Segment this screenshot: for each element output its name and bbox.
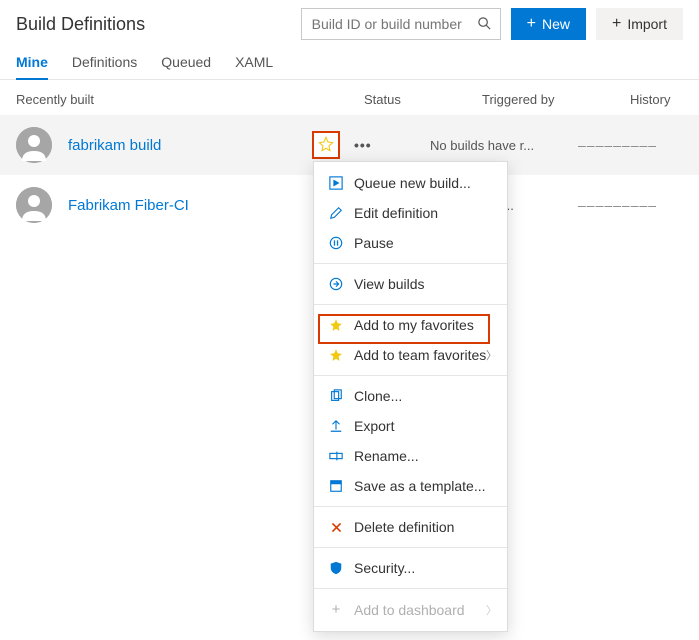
menu-separator: [314, 263, 507, 264]
menu-separator: [314, 547, 507, 548]
plus-icon: +: [612, 16, 621, 32]
star-icon: [328, 318, 344, 332]
triggered-text: No builds have r...: [430, 138, 578, 153]
search-input[interactable]: [312, 16, 470, 32]
queue-icon: [328, 176, 344, 190]
template-icon: [328, 479, 344, 493]
menu-pause[interactable]: Pause: [314, 228, 507, 258]
rename-icon: [328, 449, 344, 463]
toolbar: Build Definitions + New + Import: [0, 4, 699, 48]
menu-separator: [314, 304, 507, 305]
menu-add-dashboard: + Add to dashboard 〉: [314, 594, 507, 625]
plus-icon: +: [328, 601, 344, 618]
col-triggered: Triggered by: [482, 92, 630, 107]
menu-label: Delete definition: [354, 519, 454, 535]
column-headers: Recently built Status Triggered by Histo…: [0, 80, 699, 115]
delete-icon: [328, 521, 344, 534]
menu-label: Save as a template...: [354, 478, 486, 494]
page-title: Build Definitions: [16, 14, 145, 35]
menu-label: Add to team favorites: [354, 347, 486, 363]
menu-label: Edit definition: [354, 205, 438, 221]
definition-link[interactable]: fabrikam build: [68, 137, 161, 154]
menu-clone[interactable]: Clone...: [314, 381, 507, 411]
history-sparkline: –––––––––: [578, 197, 683, 213]
col-status: Status: [364, 92, 482, 107]
menu-queue-build[interactable]: Queue new build...: [314, 168, 507, 198]
search-box[interactable]: [301, 8, 501, 40]
tab-definitions[interactable]: Definitions: [72, 48, 137, 80]
menu-security[interactable]: Security...: [314, 553, 507, 583]
col-history: History: [630, 92, 683, 107]
menu-separator: [314, 375, 507, 376]
star-outline-icon: [318, 136, 334, 155]
avatar: [16, 127, 52, 163]
menu-label: Rename...: [354, 448, 419, 464]
menu-label: Pause: [354, 235, 394, 251]
menu-add-team-favorites[interactable]: Add to team favorites 〉: [314, 340, 507, 370]
new-button[interactable]: + New: [511, 8, 586, 40]
menu-label: Add to my favorites: [354, 317, 474, 333]
menu-label: Export: [354, 418, 394, 434]
menu-edit-definition[interactable]: Edit definition: [314, 198, 507, 228]
copy-icon: [328, 389, 344, 403]
menu-rename[interactable]: Rename...: [314, 441, 507, 471]
star-icon: [328, 348, 344, 362]
search-icon[interactable]: [477, 16, 492, 34]
new-button-label: New: [542, 16, 570, 32]
plus-icon: +: [527, 16, 536, 32]
menu-export[interactable]: Export: [314, 411, 507, 441]
export-icon: [328, 419, 344, 433]
menu-separator: [314, 506, 507, 507]
menu-label: Clone...: [354, 388, 402, 404]
context-menu: Queue new build... Edit definition Pause…: [313, 161, 508, 632]
menu-view-builds[interactable]: View builds: [314, 269, 507, 299]
menu-save-template[interactable]: Save as a template...: [314, 471, 507, 501]
menu-add-my-favorites[interactable]: Add to my favorites: [314, 310, 507, 340]
menu-separator: [314, 588, 507, 589]
import-button[interactable]: + Import: [596, 8, 683, 40]
menu-label: Queue new build...: [354, 175, 471, 191]
menu-label: Security...: [354, 560, 415, 576]
favorite-toggle[interactable]: [312, 131, 340, 159]
definition-link[interactable]: Fabrikam Fiber-CI: [68, 197, 189, 214]
pencil-icon: [328, 206, 344, 220]
avatar: [16, 187, 52, 223]
history-sparkline: –––––––––: [578, 137, 683, 153]
menu-label: Add to dashboard: [354, 602, 465, 618]
import-button-label: Import: [627, 16, 667, 32]
arrow-right-icon: [328, 277, 344, 291]
pause-icon: [328, 236, 344, 250]
menu-label: View builds: [354, 276, 425, 292]
menu-delete-definition[interactable]: Delete definition: [314, 512, 507, 542]
more-actions-button[interactable]: •••: [348, 137, 378, 153]
chevron-right-icon: 〉: [486, 602, 497, 618]
tab-queued[interactable]: Queued: [161, 48, 211, 80]
tab-bar: Mine Definitions Queued XAML: [0, 48, 699, 80]
shield-icon: [328, 561, 344, 575]
chevron-right-icon: 〉: [486, 347, 497, 363]
tab-xaml[interactable]: XAML: [235, 48, 273, 80]
tab-mine[interactable]: Mine: [16, 48, 48, 80]
col-name: Recently built: [16, 92, 364, 107]
